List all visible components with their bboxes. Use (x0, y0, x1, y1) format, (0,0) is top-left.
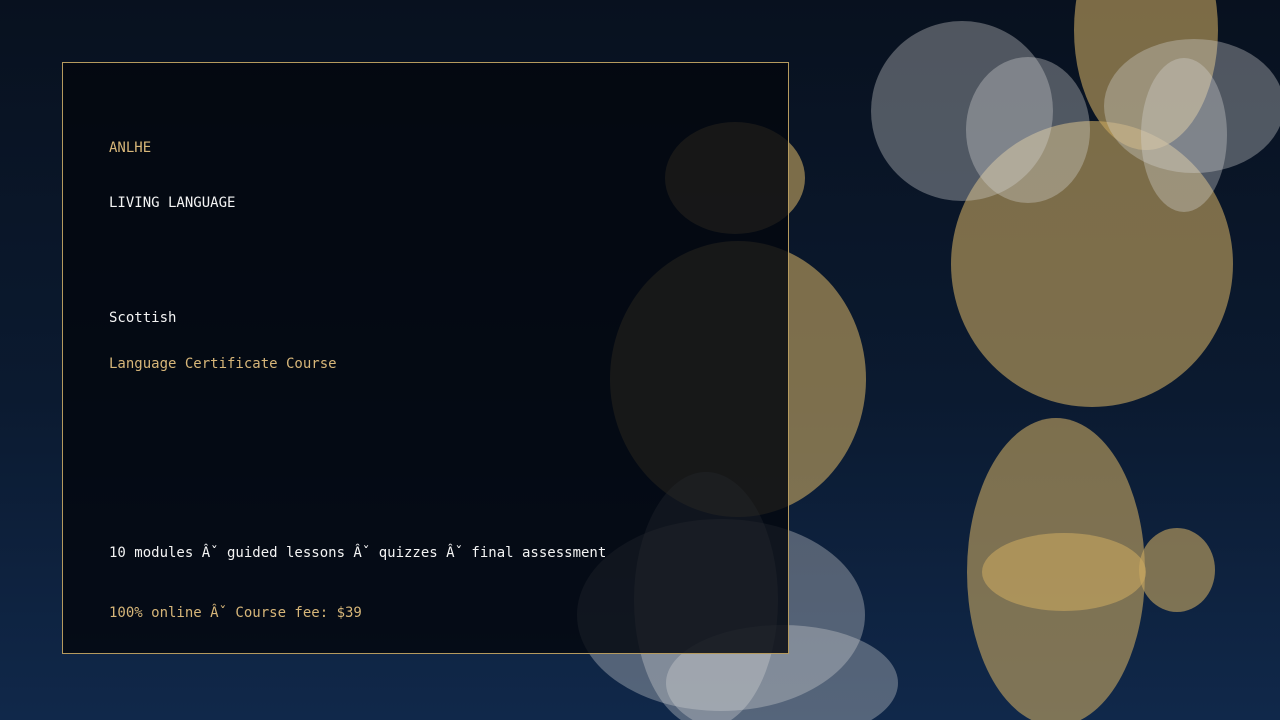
course-card: ANLHE LIVING LANGUAGE Scottish Language … (62, 62, 789, 654)
bokeh-circle (966, 57, 1090, 203)
course-title: Language Certificate Course (109, 356, 337, 372)
course-features: 10 modules Âˇ guided lessons Âˇ quizzes … (109, 545, 607, 561)
brand-name: ANLHE (109, 140, 152, 156)
bokeh-circle (1139, 528, 1215, 612)
language-name: Scottish (109, 310, 177, 326)
brand-tagline: LIVING LANGUAGE (109, 195, 236, 211)
course-fee: 100% online Âˇ Course fee: $39 (109, 605, 362, 621)
bokeh-circle (1141, 58, 1227, 212)
bokeh-circle (982, 533, 1146, 611)
